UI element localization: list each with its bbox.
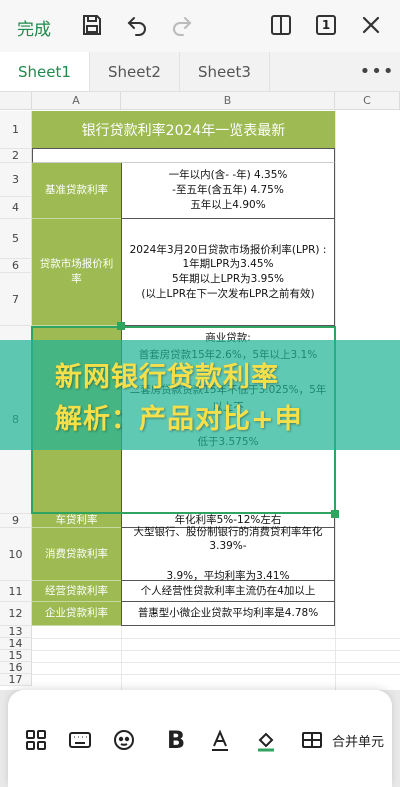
table-row-blank[interactable] (32, 149, 335, 163)
category-cell[interactable]: 经营贷款利率 (32, 581, 121, 602)
row-header-7[interactable]: 7 (0, 273, 32, 326)
column-header-c[interactable]: C (335, 92, 400, 110)
keyboard-icon[interactable] (66, 726, 94, 754)
row-header-5[interactable]: 5 (0, 219, 32, 259)
select-all-corner[interactable] (0, 92, 32, 110)
category-cell[interactable]: 贷款市场报价利率 (32, 219, 121, 326)
fill-color-icon[interactable] (252, 726, 280, 754)
apps-grid-icon[interactable] (22, 726, 50, 754)
tab-sheet2[interactable]: Sheet2 (90, 52, 180, 91)
detail-cell[interactable]: 个人经营性贷款利率主流仍在4加以上 (121, 581, 335, 602)
page-count-badge[interactable]: 1 (316, 15, 336, 35)
top-toolbar: 完成 1 (0, 0, 400, 52)
undo-icon[interactable] (124, 12, 150, 38)
grid-line (32, 650, 400, 651)
redo-icon[interactable] (169, 12, 195, 38)
category-cell[interactable]: 企业贷款利率 (32, 602, 121, 626)
font-color-icon[interactable] (206, 726, 234, 754)
row-header-2[interactable]: 2 (0, 149, 32, 163)
detail-cell[interactable]: 大型银行、股份制银行的消费贷利率年化3.39%- 3.9%，平均利率为3.41% (121, 526, 335, 582)
more-options-button[interactable]: ••• (360, 56, 394, 86)
row-header-4[interactable]: 4 (0, 197, 32, 219)
merge-cells-icon[interactable] (298, 726, 326, 754)
selection-handle-bottom[interactable] (331, 510, 339, 518)
grid-line (32, 638, 400, 639)
tab-sheet1[interactable]: Sheet1 (0, 52, 90, 91)
watermark-line-1: 新网银行贷款利率 (55, 362, 279, 393)
row-header-11[interactable]: 11 (0, 581, 32, 602)
watermark-line-2: 解析：产品对比+申 (55, 404, 303, 435)
selection-handle-top[interactable] (117, 322, 125, 330)
detail-cell[interactable]: 2024年3月20日贷款市场报价利率(LPR) : 1年期LPR为3.45% 5… (121, 219, 335, 326)
assistant-icon[interactable] (110, 726, 138, 754)
merge-cells-label[interactable]: 合并单元 (332, 731, 384, 750)
row-header-17[interactable]: 17 (0, 673, 32, 686)
done-button[interactable]: 完成 (17, 15, 51, 40)
row-header-9[interactable]: 9 (0, 514, 32, 528)
grid-line (121, 626, 122, 690)
tab-sheet3[interactable]: Sheet3 (180, 52, 270, 91)
detail-cell[interactable]: 一年以内(含- -年) 4.35% -至五年(含五年) 4.75% 五年以上4.… (121, 163, 335, 219)
row-header-1[interactable]: 1 (0, 111, 32, 149)
bottom-toolbar: B 合并单元 (8, 690, 392, 787)
column-header-a[interactable]: A (32, 92, 121, 110)
table-title[interactable]: 银行贷款利率2024年一览表最新 (32, 111, 335, 149)
grid-line (32, 662, 400, 663)
row-header-10[interactable]: 10 (0, 528, 32, 581)
category-cell[interactable]: 基准贷款利率 (32, 163, 121, 219)
bold-icon[interactable]: B (162, 726, 190, 754)
sheet-tab-bar: Sheet1 Sheet2 Sheet3 ••• (0, 52, 400, 92)
category-cell[interactable]: 消费贷款利率 (32, 528, 121, 581)
detail-cell[interactable]: 普惠型小微企业贷款平均利率是4.78% (121, 602, 335, 626)
row-header-3[interactable]: 3 (0, 163, 32, 197)
row-header-6[interactable]: 6 (0, 259, 32, 273)
row-header-12[interactable]: 12 (0, 602, 32, 626)
split-view-icon[interactable] (268, 12, 294, 38)
category-cell[interactable]: 车贷利率 (32, 514, 121, 528)
watermark-text: 新网银行贷款利率 解析：产品对比+申 (55, 357, 375, 441)
column-header-b[interactable]: B (121, 92, 335, 110)
save-icon[interactable] (79, 12, 105, 38)
close-icon[interactable] (358, 12, 384, 38)
grid-line (32, 674, 400, 675)
